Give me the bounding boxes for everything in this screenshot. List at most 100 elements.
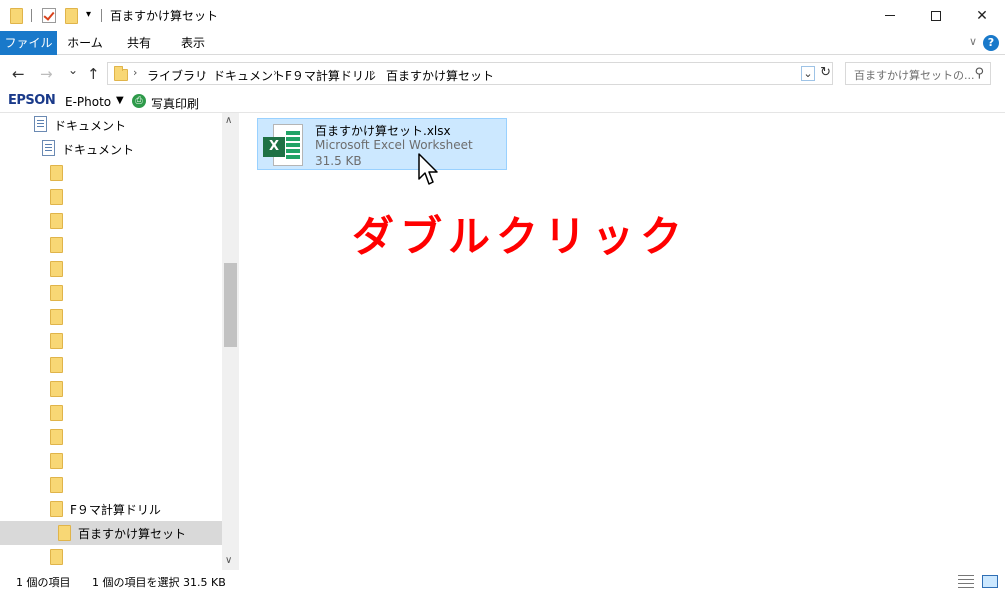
large-icons-view-icon[interactable] — [982, 575, 998, 588]
nav-item[interactable] — [0, 449, 222, 473]
mouse-pointer-icon — [418, 153, 438, 185]
close-icon: ✕ — [976, 7, 988, 24]
nav-item-label: F９マ計算ドリル — [70, 503, 161, 517]
minimize-button[interactable] — [867, 0, 913, 31]
folder-icon — [50, 237, 63, 253]
breadcrumb-drill[interactable]: F９マ計算ドリル — [285, 67, 376, 84]
scrollbar-thumb[interactable] — [224, 263, 237, 347]
nav-item[interactable] — [0, 161, 222, 185]
back-button[interactable]: ← — [12, 65, 25, 83]
nav-item-label: ドキュメント — [62, 143, 135, 157]
nav-item[interactable] — [0, 305, 222, 329]
excel-file-icon: X — [263, 124, 303, 166]
breadcrumb-current[interactable]: 百ますかけ算セット — [386, 67, 494, 84]
scroll-down-icon[interactable]: ∨ — [225, 555, 232, 566]
breadcrumb-separator[interactable]: › — [273, 66, 277, 79]
nav-item[interactable] — [0, 233, 222, 257]
nav-item[interactable] — [0, 209, 222, 233]
folder-icon — [50, 165, 63, 181]
folder-icon — [50, 549, 63, 565]
photo-print-icon[interactable]: ⎙ — [132, 94, 146, 108]
selection-info: 1 個の項目を選択 31.5 KB — [92, 576, 226, 589]
nav-item[interactable] — [0, 401, 222, 425]
file-list: X 百ますかけ算セット.xlsx Microsoft Excel Workshe… — [240, 113, 1005, 570]
folder-icon — [50, 333, 63, 349]
nav-item[interactable] — [0, 329, 222, 353]
nav-item[interactable] — [0, 377, 222, 401]
folder-icon — [50, 309, 63, 325]
ephoto-dropdown-icon[interactable]: ▼ — [116, 95, 124, 106]
help-button[interactable]: ? — [983, 35, 999, 51]
nav-item[interactable] — [0, 353, 222, 377]
status-bar: 1 個の項目 1 個の項目を選択 31.5 KB — [0, 570, 1005, 594]
search-icon[interactable]: ⚲ — [974, 66, 984, 81]
tab-view[interactable]: 表示 — [168, 31, 218, 55]
photo-print-button[interactable]: 写真印刷 — [151, 95, 199, 112]
search-input[interactable]: 百ますかけ算セットの... ⚲ — [845, 62, 991, 85]
tab-file[interactable]: ファイル — [0, 31, 57, 55]
nav-item[interactable] — [0, 281, 222, 305]
nav-item[interactable]: F９マ計算ドリル — [0, 497, 222, 521]
file-type: Microsoft Excel Worksheet — [315, 138, 473, 152]
file-name[interactable]: 百ますかけ算セット.xlsx — [315, 122, 451, 139]
maximize-button[interactable] — [913, 0, 959, 31]
folder-icon — [50, 261, 63, 277]
epson-toolbar: EPSON E-Photo ▼ ⎙ 写真印刷 — [0, 91, 1005, 113]
recent-locations-button[interactable]: ⌄ — [68, 63, 78, 77]
document-library-icon — [42, 140, 55, 156]
nav-item[interactable]: 百ますかけ算セット — [0, 521, 222, 545]
excel-badge: X — [263, 137, 285, 157]
document-library-icon — [34, 116, 47, 132]
folder-icon — [50, 429, 63, 445]
breadcrumb-separator[interactable]: › — [202, 66, 206, 79]
maximize-icon — [931, 10, 941, 21]
folder-icon — [114, 66, 128, 81]
folder-icon — [50, 357, 63, 373]
up-button[interactable]: ↑ — [87, 65, 100, 83]
folder-icon — [50, 213, 63, 229]
divider — [31, 9, 32, 22]
file-size: 31.5 KB — [315, 154, 362, 168]
refresh-icon[interactable]: ↻ — [820, 65, 831, 80]
address-dropdown-icon[interactable]: ⌄ — [801, 66, 815, 81]
search-placeholder: 百ますかけ算セットの... — [854, 69, 975, 82]
breadcrumb-libraries[interactable]: ライブラリ — [147, 67, 207, 84]
nav-scrollbar[interactable]: ∧ ∨ — [222, 113, 239, 570]
navigation-pane: ドキュメント ドキュメント F９マ計算ドリル 百ますかけ算セット ∧ ∨ — [0, 113, 240, 570]
close-button[interactable]: ✕ — [959, 0, 1005, 31]
divider — [101, 9, 102, 22]
nav-item[interactable] — [0, 257, 222, 281]
nav-item[interactable] — [0, 473, 222, 497]
nav-item[interactable]: ドキュメント — [0, 113, 222, 137]
properties-check-icon[interactable] — [42, 8, 56, 23]
folder-icon — [58, 525, 71, 541]
scroll-up-icon[interactable]: ∧ — [225, 115, 232, 126]
folder-icon — [50, 453, 63, 469]
details-view-icon[interactable] — [958, 575, 974, 588]
chevron-down-icon[interactable]: ∨ — [969, 35, 977, 48]
nav-item[interactable] — [0, 425, 222, 449]
tab-home[interactable]: ホーム — [60, 31, 110, 55]
nav-item[interactable]: ドキュメント — [0, 137, 222, 161]
nav-item[interactable] — [0, 545, 222, 569]
folder-icon — [50, 501, 63, 517]
double-click-callout: ダブルクリック — [352, 212, 689, 261]
forward-button[interactable]: → — [40, 65, 53, 83]
folder-icon — [50, 405, 63, 421]
window-title: 百ますかけ算セット — [110, 9, 219, 23]
minimize-icon — [885, 15, 895, 16]
quick-access-dropdown-icon[interactable]: ▾ — [86, 9, 91, 20]
address-bar[interactable]: › ライブラリ › ドキュメント › F９マ計算ドリル › 百ますかけ算セット … — [107, 62, 833, 85]
ephoto-button[interactable]: E-Photo — [65, 95, 111, 109]
address-row: ← → ⌄ ↑ › ライブラリ › ドキュメント › F９マ計算ドリル › 百ま… — [0, 55, 1005, 91]
breadcrumb-separator[interactable]: › — [371, 66, 375, 79]
new-folder-icon[interactable] — [65, 8, 78, 24]
folder-icon — [50, 381, 63, 397]
folder-icon — [50, 189, 63, 205]
file-item[interactable]: X 百ますかけ算セット.xlsx Microsoft Excel Workshe… — [257, 118, 507, 170]
tab-share[interactable]: 共有 — [114, 31, 164, 55]
breadcrumb-separator[interactable]: › — [133, 66, 137, 79]
ribbon-tabs: ファイル ホーム 共有 表示 ∨ ? — [0, 31, 1005, 55]
nav-item[interactable] — [0, 185, 222, 209]
nav-item-label: 百ますかけ算セット — [78, 527, 187, 541]
